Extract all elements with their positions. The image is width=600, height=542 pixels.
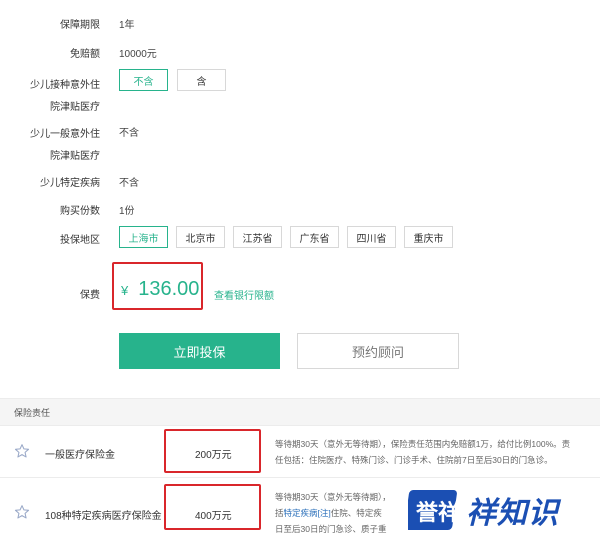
coverage-divider-top: [0, 425, 600, 426]
period-value: 1年: [119, 20, 135, 31]
premium-label: 保费: [80, 290, 100, 301]
currency-symbol: ¥: [121, 283, 129, 298]
deductible-value: 10000元: [119, 49, 157, 60]
coverage-title: 保险责任: [14, 408, 51, 418]
special-disease-value: 不含: [119, 178, 139, 189]
general-allowance-label: 少儿一般意外住 院津贴医疗: [0, 124, 100, 168]
bank-limit-link[interactable]: 查看银行限额: [214, 287, 274, 302]
region-option-chongqing[interactable]: 重庆市: [404, 226, 453, 248]
region-option-jiangsu[interactable]: 江苏省: [233, 226, 282, 248]
region-option-shanghai[interactable]: 上海市: [119, 226, 168, 248]
copies-value: 1份: [119, 206, 135, 217]
coverage-description: 等待期30天（意外无等待期），保险责任范围内免赔额1万，给付比例100%。责 任…: [275, 436, 591, 468]
desc-prefix: 括: [275, 508, 284, 518]
watermark-text: 祥知识: [466, 496, 559, 531]
vaccine-option-exclude[interactable]: 不含: [119, 69, 168, 91]
watermark-logo: 誉祥: [408, 490, 460, 530]
deductible-label: 免赔额: [70, 49, 100, 60]
vaccine-allowance-label-line2: 院津贴医疗: [50, 102, 100, 113]
book-consultant-button[interactable]: 预约顾问: [297, 333, 459, 369]
coverage-amount: 400万元: [195, 511, 232, 522]
period-label: 保障期限: [60, 20, 100, 31]
watermark-logo-text: 誉祥: [416, 500, 460, 526]
general-allowance-label-line1: 少儿一般意外住: [30, 129, 100, 140]
coverage-amount: 200万元: [195, 450, 232, 461]
vaccine-allowance-label-line1: 少儿接种意外住: [30, 80, 100, 91]
region-option-sichuan[interactable]: 四川省: [347, 226, 396, 248]
premium-amount: ¥ 136.00: [121, 278, 199, 301]
coverage-name: 一般医疗保险金: [45, 450, 115, 461]
star-icon[interactable]: [14, 443, 30, 459]
desc-suffix: 住院、特定疾: [330, 508, 382, 518]
general-allowance-label-line2: 院津贴医疗: [50, 151, 100, 162]
general-allowance-value: 不含: [119, 128, 139, 139]
coverage-description-line1: 等待期30天（意外无等待期），保险责任范围内免赔额1万，给付比例100%。责: [275, 439, 571, 449]
coverage-name: 108种特定疾病医疗保险金: [45, 511, 162, 522]
star-icon[interactable]: [14, 504, 30, 520]
premium-value: 136.00: [138, 278, 200, 300]
buy-now-button[interactable]: 立即投保: [119, 333, 280, 369]
region-label: 投保地区: [60, 235, 100, 246]
copies-label: 购买份数: [60, 206, 100, 217]
vaccine-allowance-label: 少儿接种意外住 院津贴医疗: [0, 75, 100, 119]
watermark: 誉祥 祥知识: [388, 478, 600, 542]
region-option-guangdong[interactable]: 广东省: [290, 226, 339, 248]
coverage-description-line2: 任包括：住院医疗、特殊门诊、门诊手术、住院前7日至后30日的门急诊。: [275, 455, 553, 465]
special-disease-link[interactable]: 特定疾病[注]: [284, 508, 331, 518]
region-option-beijing[interactable]: 北京市: [176, 226, 225, 248]
special-disease-label: 少儿特定疾病: [40, 178, 100, 189]
vaccine-option-include[interactable]: 含: [177, 69, 226, 91]
coverage-header-bar: [0, 398, 600, 425]
